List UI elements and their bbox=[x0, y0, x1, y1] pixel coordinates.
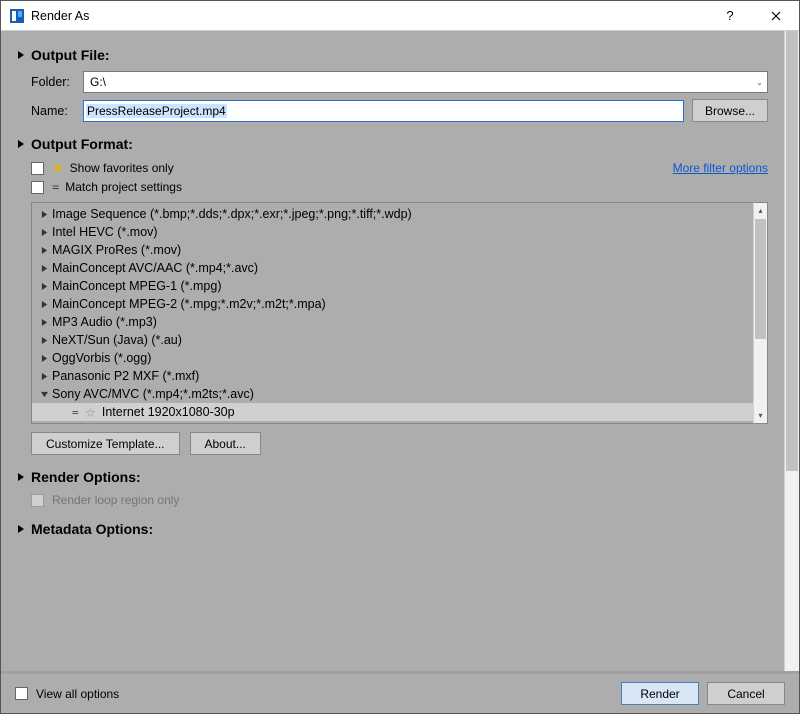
chevron-down-icon bbox=[40, 391, 48, 398]
folder-label: Folder: bbox=[31, 75, 83, 89]
titlebar: Render As ? bbox=[1, 1, 799, 31]
show-favorites-label: Show favorites only bbox=[70, 161, 174, 175]
tree-scrollbar[interactable]: ▴ ▾ bbox=[753, 202, 768, 424]
section-metadata-options-label: Metadata Options: bbox=[31, 521, 153, 537]
about-button[interactable]: About... bbox=[190, 432, 261, 455]
scroll-down-icon[interactable]: ▾ bbox=[754, 408, 767, 423]
chevron-right-icon bbox=[17, 525, 25, 533]
tree-node[interactable]: Image Sequence (*.bmp;*.dds;*.dpx;*.exr;… bbox=[32, 205, 753, 223]
name-label: Name: bbox=[31, 104, 83, 118]
section-render-options-label: Render Options: bbox=[31, 469, 141, 485]
scroll-thumb[interactable] bbox=[786, 31, 798, 471]
view-all-checkbox[interactable] bbox=[15, 687, 28, 700]
tree-node[interactable]: MP3 Audio (*.mp3) bbox=[32, 313, 753, 331]
tree-node[interactable]: NeXT/Sun (Java) (*.au) bbox=[32, 331, 753, 349]
tree-preset-selected[interactable]: = ☆ Internet 1920x1080-30p bbox=[32, 403, 753, 421]
help-button[interactable]: ? bbox=[707, 1, 753, 31]
chevron-right-icon bbox=[40, 265, 48, 272]
body-scrollbar[interactable] bbox=[784, 31, 799, 671]
equals-icon: = bbox=[72, 406, 79, 419]
chevron-right-icon bbox=[40, 337, 48, 344]
chevron-right-icon bbox=[17, 473, 25, 481]
tree-node[interactable]: OggVorbis (*.ogg) bbox=[32, 349, 753, 367]
window-title: Render As bbox=[31, 9, 89, 23]
show-favorites-checkbox[interactable] bbox=[31, 162, 44, 175]
folder-combobox[interactable]: G:\ ⌄ bbox=[83, 71, 768, 93]
dialog-body: Output File: Folder: G:\ ⌄ Name: PressRe… bbox=[1, 31, 799, 671]
section-output-format-label: Output Format: bbox=[31, 136, 133, 152]
tree-node[interactable]: MainConcept AVC/AAC (*.mp4;*.avc) bbox=[32, 259, 753, 277]
chevron-right-icon bbox=[40, 301, 48, 308]
tree-node[interactable]: MainConcept MPEG-1 (*.mpg) bbox=[32, 277, 753, 295]
chevron-down-icon: ⌄ bbox=[756, 78, 763, 87]
render-as-dialog: Render As ? Output File: Folder: G:\ ⌄ N… bbox=[0, 0, 800, 714]
tree-node[interactable]: Intel HEVC (*.mov) bbox=[32, 223, 753, 241]
chevron-right-icon bbox=[40, 373, 48, 380]
chevron-right-icon bbox=[40, 247, 48, 254]
scroll-up-icon[interactable]: ▴ bbox=[754, 203, 767, 218]
match-project-checkbox[interactable] bbox=[31, 181, 44, 194]
section-output-format[interactable]: Output Format: bbox=[17, 136, 768, 152]
chevron-right-icon bbox=[40, 283, 48, 290]
render-loop-label: Render loop region only bbox=[52, 493, 179, 507]
star-icon: ★ bbox=[52, 160, 64, 176]
more-filter-link[interactable]: More filter options bbox=[673, 161, 768, 175]
format-tree[interactable]: Image Sequence (*.bmp;*.dds;*.dpx;*.exr;… bbox=[31, 202, 753, 424]
chevron-right-icon bbox=[17, 51, 25, 59]
customize-template-button[interactable]: Customize Template... bbox=[31, 432, 180, 455]
section-metadata-options[interactable]: Metadata Options: bbox=[17, 521, 768, 537]
close-button[interactable] bbox=[753, 1, 799, 31]
preset-label: Internet 1920x1080-30p bbox=[102, 405, 235, 419]
chevron-right-icon bbox=[40, 211, 48, 218]
chevron-right-icon bbox=[17, 140, 25, 148]
chevron-right-icon bbox=[40, 229, 48, 236]
equals-icon: = bbox=[52, 180, 59, 194]
view-all-label: View all options bbox=[36, 687, 119, 701]
tree-node[interactable]: MainConcept MPEG-2 (*.mpg;*.m2v;*.m2t;*.… bbox=[32, 295, 753, 313]
section-render-options[interactable]: Render Options: bbox=[17, 469, 768, 485]
name-value: PressReleaseProject.mp4 bbox=[86, 104, 227, 118]
section-output-file-label: Output File: bbox=[31, 47, 110, 63]
render-loop-checkbox bbox=[31, 494, 44, 507]
browse-button[interactable]: Browse... bbox=[692, 99, 768, 122]
chevron-right-icon bbox=[40, 355, 48, 362]
scroll-thumb[interactable] bbox=[755, 219, 766, 339]
folder-value: G:\ bbox=[90, 75, 106, 89]
dialog-footer: View all options Render Cancel bbox=[1, 671, 799, 713]
name-input[interactable]: PressReleaseProject.mp4 bbox=[83, 100, 684, 122]
chevron-right-icon bbox=[40, 319, 48, 326]
app-icon bbox=[9, 8, 25, 24]
section-output-file[interactable]: Output File: bbox=[17, 47, 768, 63]
render-button[interactable]: Render bbox=[621, 682, 699, 705]
tree-node[interactable]: Panasonic P2 MXF (*.mxf) bbox=[32, 367, 753, 385]
tree-node[interactable]: MAGIX ProRes (*.mov) bbox=[32, 241, 753, 259]
match-project-label: Match project settings bbox=[65, 180, 182, 194]
star-outline-icon: ☆ bbox=[85, 405, 96, 420]
tree-node-expanded[interactable]: Sony AVC/MVC (*.mp4;*.m2ts;*.avc) bbox=[32, 385, 753, 403]
cancel-button[interactable]: Cancel bbox=[707, 682, 785, 705]
